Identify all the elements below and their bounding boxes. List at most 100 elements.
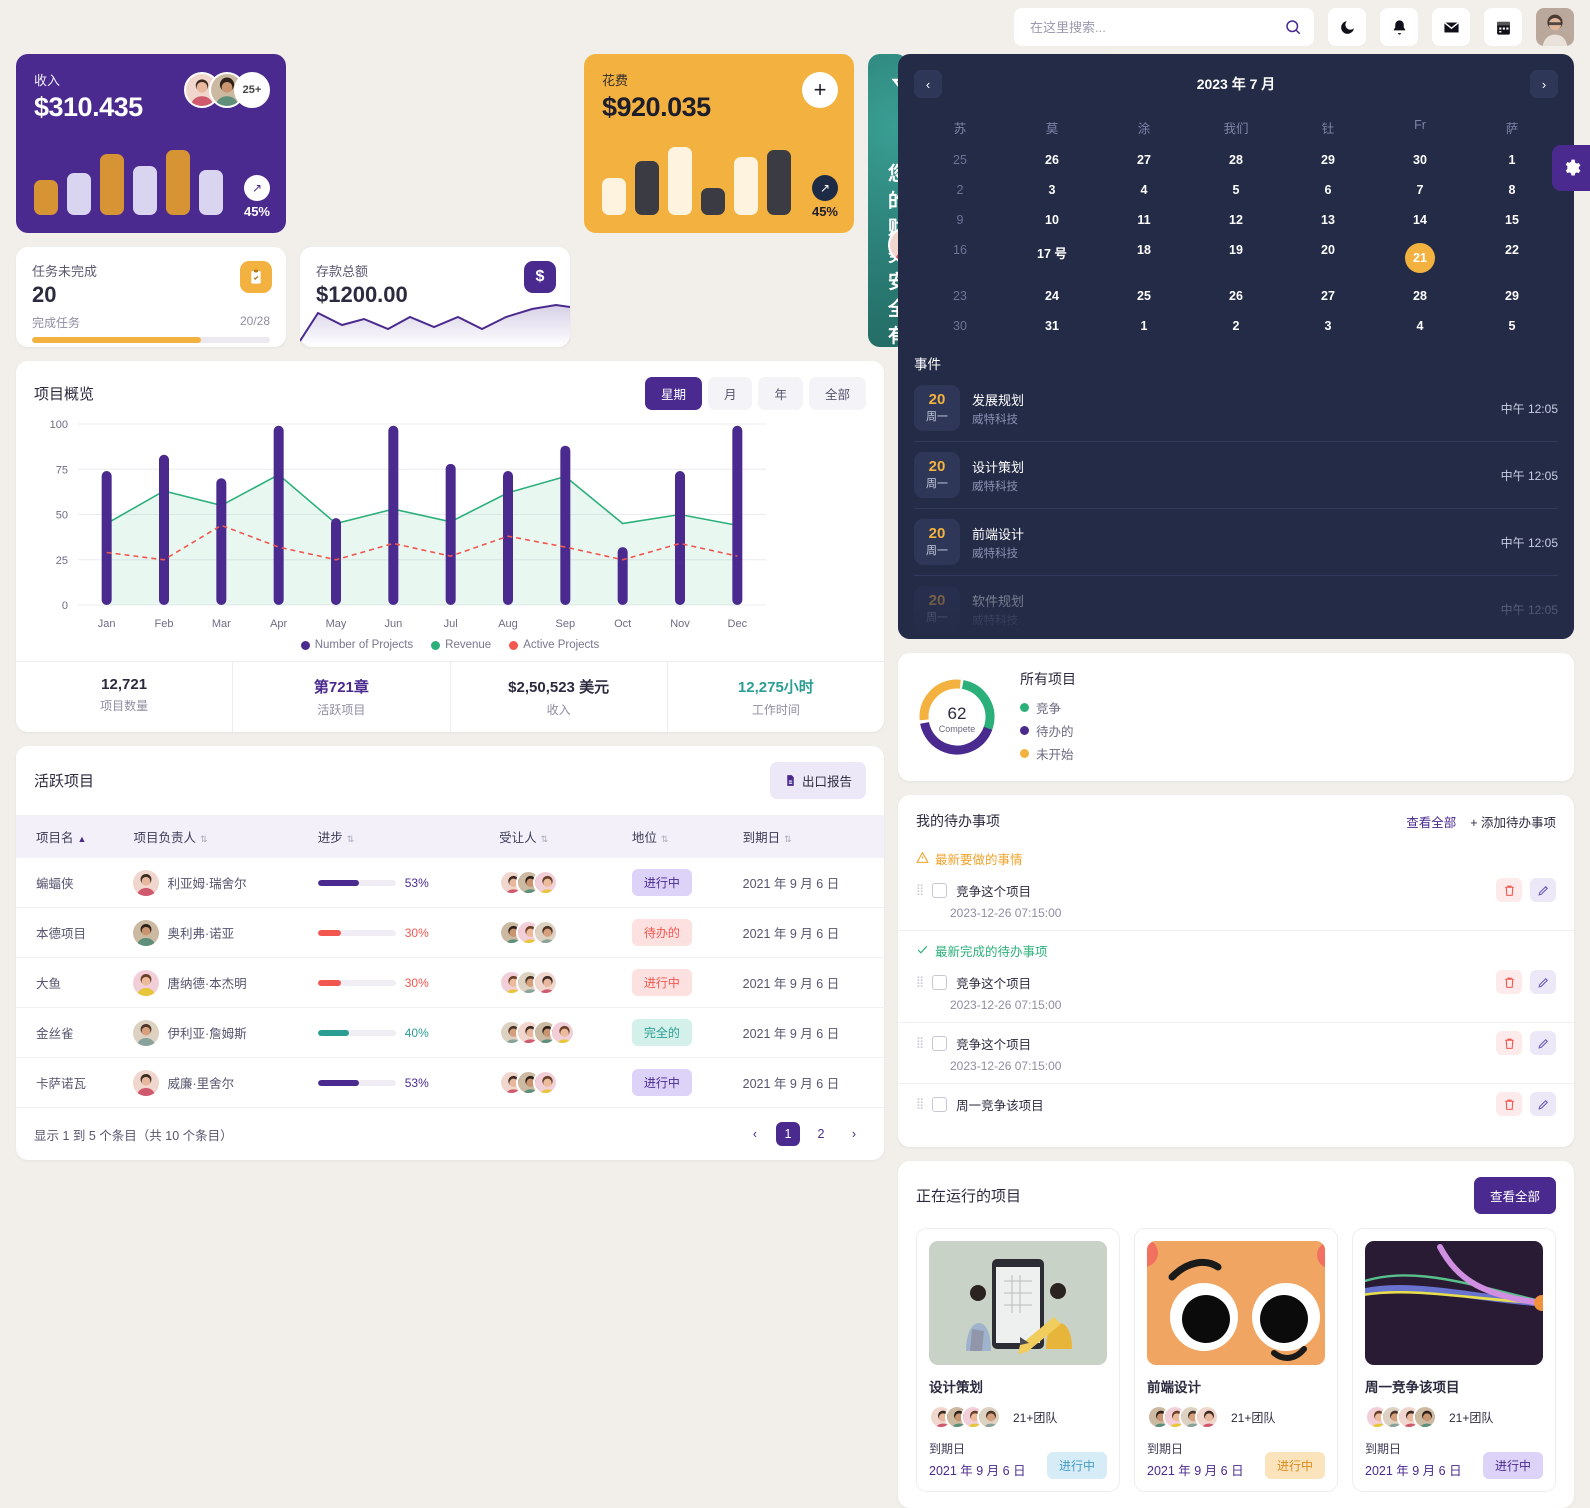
event-item[interactable]: 20 周一 发展规划 威特科技 中午 12:05 <box>914 375 1558 442</box>
calendar-day[interactable]: 15 <box>1466 205 1558 235</box>
table-column-header[interactable]: 受让人 ⇅ <box>479 815 612 858</box>
calendar-day[interactable]: 5 <box>1190 175 1282 205</box>
pagination-page[interactable]: 2 <box>809 1122 833 1146</box>
table-row[interactable]: 蝙蝠侠 利亚姆·瑞舍尔 53% 进行中 2021 年 9 月 6 日 <box>16 858 884 908</box>
delete-todo-button[interactable] <box>1496 878 1522 902</box>
table-column-header[interactable]: 进步 ⇅ <box>298 815 479 858</box>
table-row[interactable]: 大鱼 唐纳德·本杰明 30% 进行中 2021 年 9 月 6 日 <box>16 957 884 1008</box>
delete-todo-button[interactable] <box>1496 970 1522 994</box>
calendar-day[interactable]: 26 <box>1006 145 1098 175</box>
edit-todo-button[interactable] <box>1530 878 1556 902</box>
calendar-day[interactable]: 21 <box>1374 235 1466 281</box>
calendar-day[interactable]: 24 <box>1006 281 1098 311</box>
calendar-day[interactable]: 11 <box>1098 205 1190 235</box>
calendar-day[interactable]: 6 <box>1282 175 1374 205</box>
table-column-header[interactable]: 项目负责人 ⇅ <box>113 815 297 858</box>
calendar-day[interactable]: 17 号 <box>1006 235 1098 281</box>
project-card[interactable]: 周一竞争该项目 21+团队 到期日 2021 年 9 月 6 日 进行中 <box>1352 1228 1556 1492</box>
table-pagination[interactable]: ‹ 1 2 › <box>743 1122 866 1146</box>
user-avatar[interactable] <box>1536 8 1574 46</box>
messages-button[interactable] <box>1432 8 1470 46</box>
calendar-day[interactable]: 30 <box>914 311 1006 341</box>
calendar-day[interactable]: 13 <box>1282 205 1374 235</box>
calendar-day[interactable]: 3 <box>1006 175 1098 205</box>
calendar-day[interactable]: 3 <box>1282 311 1374 341</box>
calendar-grid[interactable]: 苏莫涂我们钍 Fr 萨 25 26 27 28 29 30 1 2 3 4 5 6 7 8 9 10 11 12 13 14… <box>914 110 1558 341</box>
dark-mode-toggle[interactable] <box>1328 8 1366 46</box>
chart-tab[interactable]: 月 <box>707 377 753 410</box>
calendar-day[interactable]: 9 <box>914 205 1006 235</box>
todo-add-link[interactable]: + 添加待办事项 <box>1470 812 1556 831</box>
calendar-day[interactable]: 28 <box>1374 281 1466 311</box>
todo-checkbox[interactable] <box>932 974 948 990</box>
calendar-day[interactable]: 12 <box>1190 205 1282 235</box>
chart-tab[interactable]: 星期 <box>644 377 702 410</box>
delete-todo-button[interactable] <box>1496 1092 1522 1116</box>
todo-checkbox[interactable] <box>932 882 948 898</box>
settings-tab-button[interactable] <box>1552 145 1590 191</box>
table-row[interactable]: 卡萨诺瓦 威廉·里舍尔 53% 进行中 2021 年 9 月 6 日 <box>16 1057 884 1108</box>
chart-tab[interactable]: 年 <box>758 377 803 410</box>
calendar-day[interactable]: 23 <box>914 281 1006 311</box>
calendar-day[interactable]: 2 <box>914 175 1006 205</box>
calendar-prev-button[interactable]: ‹ <box>914 70 942 98</box>
calendar-day[interactable]: 1 <box>1098 311 1190 341</box>
project-card[interactable]: 前端设计 21+团队 到期日 2021 年 9 月 6 日 进行中 <box>1134 1228 1338 1492</box>
search-input[interactable] <box>1014 8 1314 46</box>
calendar-day[interactable]: 10 <box>1006 205 1098 235</box>
drag-handle-icon[interactable]: ⣿ <box>916 884 924 895</box>
drag-handle-icon[interactable]: ⣿ <box>916 1037 924 1048</box>
pagination-prev[interactable]: ‹ <box>743 1122 767 1146</box>
calendar-day[interactable]: 7 <box>1374 175 1466 205</box>
drag-handle-icon[interactable]: ⣿ <box>916 976 924 987</box>
calendar-day[interactable]: 1 <box>1466 145 1558 175</box>
project-card[interactable]: 设计策划 21+团队 到期日 2021 年 9 月 6 日 进行中 <box>916 1228 1120 1492</box>
calendar-day[interactable]: 28 <box>1190 145 1282 175</box>
event-item[interactable]: 20 周一 前端设计 威特科技 中午 12:05 <box>914 509 1558 576</box>
notifications-button[interactable] <box>1380 8 1418 46</box>
calendar-day[interactable]: 31 <box>1006 311 1098 341</box>
calendar-day[interactable]: 29 <box>1282 145 1374 175</box>
calendar-day[interactable]: 26 <box>1190 281 1282 311</box>
chart-tab[interactable]: 全部 <box>808 377 866 410</box>
calendar-day[interactable]: 18 <box>1098 235 1190 281</box>
event-item[interactable]: 20 周一 设计策划 威特科技 中午 12:05 <box>914 442 1558 509</box>
calendar-day[interactable]: 4 <box>1374 311 1466 341</box>
table-row[interactable]: 金丝雀 伊利亚·詹姆斯 40% 完全的 2021 年 9 月 6 日 <box>16 1007 884 1058</box>
calendar-day[interactable]: 22 <box>1466 235 1558 281</box>
table-row[interactable]: 本德项目 奥利弗·诺亚 30% 待办的 2021 年 9 月 6 日 <box>16 907 884 958</box>
table-column-header[interactable]: 项目名 ▲ <box>16 815 113 858</box>
calendar-day[interactable]: 29 <box>1466 281 1558 311</box>
todo-checkbox[interactable] <box>932 1096 948 1112</box>
calendar-day[interactable]: 27 <box>1282 281 1374 311</box>
chart-range-tabs[interactable]: 星期月年全部 <box>644 377 866 410</box>
calendar-day[interactable]: 20 <box>1282 235 1374 281</box>
edit-todo-button[interactable] <box>1530 1031 1556 1055</box>
calendar-day[interactable]: 16 <box>914 235 1006 281</box>
calendar-day[interactable]: 25 <box>1098 281 1190 311</box>
pagination-next[interactable]: › <box>842 1122 866 1146</box>
pagination-page[interactable]: 1 <box>776 1122 800 1146</box>
edit-todo-button[interactable] <box>1530 970 1556 994</box>
calendar-day[interactable]: 30 <box>1374 145 1466 175</box>
calendar-day[interactable]: 2 <box>1190 311 1282 341</box>
edit-todo-button[interactable] <box>1530 1092 1556 1116</box>
export-report-button[interactable]: 出口报告 <box>769 762 866 799</box>
todo-view-all-link[interactable]: 查看全部 <box>1406 812 1456 831</box>
calendar-day[interactable]: 5 <box>1466 311 1558 341</box>
table-column-header[interactable]: 地位 ⇅ <box>612 815 723 858</box>
drag-handle-icon[interactable]: ⣿ <box>916 1098 924 1109</box>
search-box[interactable] <box>1014 8 1314 46</box>
calendar-button[interactable] <box>1484 8 1522 46</box>
table-column-header[interactable]: 到期日 ⇅ <box>723 815 884 858</box>
calendar-day[interactable]: 14 <box>1374 205 1466 235</box>
add-expense-button[interactable]: + <box>802 72 838 108</box>
search-icon[interactable] <box>1284 18 1302 36</box>
delete-todo-button[interactable] <box>1496 1031 1522 1055</box>
calendar-day[interactable]: 27 <box>1098 145 1190 175</box>
calendar-day[interactable]: 4 <box>1098 175 1190 205</box>
calendar-day[interactable]: 8 <box>1466 175 1558 205</box>
todo-checkbox[interactable] <box>932 1035 948 1051</box>
running-view-all-button[interactable]: 查看全部 <box>1473 1177 1556 1214</box>
calendar-day[interactable]: 19 <box>1190 235 1282 281</box>
